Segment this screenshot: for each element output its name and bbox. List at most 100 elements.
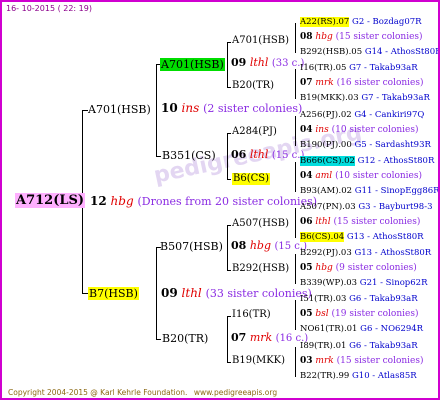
- gen4-queen-name[interactable]: A507(PN): [300, 202, 342, 212]
- gen3-queen[interactable]: B6(CS): [232, 173, 271, 185]
- gen4-queen-code: G12 - AthosSt80R: [357, 156, 435, 166]
- connector-line: [227, 225, 228, 270]
- mating-loc: hbg: [315, 263, 333, 273]
- mating-loc: ins: [181, 101, 200, 115]
- connector-line: [156, 64, 157, 156]
- gen4-drone-code: G13 - AthosSt80R: [346, 232, 424, 242]
- gen4-queen-line: I89(TR).01 G6 - Takab93aR: [300, 342, 418, 351]
- mating-num: 07: [300, 78, 313, 88]
- mating-num: 09: [231, 56, 247, 69]
- gen4-queen-code: G6 - Takab93aR: [349, 341, 418, 351]
- connector-line: [227, 225, 231, 226]
- gen4-drone-value: .04: [330, 232, 345, 242]
- gen4-queen-value: .03: [342, 202, 356, 212]
- gen3-queen[interactable]: A507(HSB): [232, 219, 289, 229]
- connector-line: [227, 362, 231, 363]
- gen1-top-queen[interactable]: A701(HSB): [88, 104, 151, 115]
- mating-num: 07: [231, 331, 247, 344]
- gen3-queen[interactable]: A701(HSB): [232, 36, 289, 46]
- gen4-queen-name[interactable]: I89(TR): [300, 341, 333, 351]
- gen1-bottom-queen[interactable]: B7(HSB): [88, 287, 139, 300]
- gen4-queen-name[interactable]: B666(CS): [300, 156, 342, 166]
- gen4-drone-code: G10 - Atlas85R: [352, 371, 417, 381]
- gen4-queen-value: .02: [341, 156, 355, 166]
- drone-location: hbg: [110, 194, 134, 208]
- gen4-queen-line: B292(PJ).03 G13 - AthosSt80R: [300, 249, 431, 258]
- gen1-top-mating: 10 ins (2 sister colonies): [161, 102, 302, 114]
- mating-loc: hbg: [249, 239, 271, 252]
- mating-num: 08: [300, 32, 313, 42]
- gen4-queen-line: A22(RS).07 G2 - Bozdag07R: [300, 17, 422, 27]
- gen2-queen-d[interactable]: B20(TR): [162, 333, 208, 344]
- connector-line: [227, 316, 228, 362]
- drone-desc: (Drones from 20 sister colonies): [137, 195, 318, 208]
- gen4-drone-line: B292(HSB).05 G14 - AthosSt80R: [300, 47, 440, 57]
- gen3-queen[interactable]: B20(TR): [232, 81, 274, 91]
- gen4-queen-name[interactable]: A256(PJ): [300, 110, 338, 120]
- mating-desc: (10 sister colonies): [335, 171, 422, 181]
- gen3-queen[interactable]: A284(PJ): [232, 127, 277, 137]
- gen4-queen-line: I51(TR).03 G6 - Takab93aR: [300, 295, 418, 304]
- gen4-mating-line: 05 hbg (9 sister colonies): [300, 264, 417, 273]
- gen4-drone-name[interactable]: B19(MKK): [300, 93, 345, 103]
- drone-count: 12: [90, 194, 107, 208]
- gen4-queen-line: A507(PN).03 G3 - Bayburt98-3: [300, 203, 432, 212]
- gen2-queen-b[interactable]: B351(CS): [162, 150, 216, 161]
- connector-line: [295, 116, 296, 146]
- connector-line: [227, 133, 228, 179]
- mating-desc: (15 sister colonies): [333, 217, 421, 227]
- mating-num: 05: [300, 309, 313, 319]
- site-link[interactable]: www.pedigreeapis.org: [194, 388, 277, 397]
- gen4-mating-line: 08 hbg (15 sister colonies): [300, 33, 423, 42]
- gen4-drone-code: G14 - AthosSt80R: [364, 47, 440, 57]
- gen2-mating-b: 06 lthl (15 c.): [231, 149, 304, 161]
- gen4-queen-code: G6 - Takab93aR: [349, 294, 418, 304]
- connector-line: [156, 156, 161, 157]
- gen4-queen-name[interactable]: I51(TR): [300, 294, 333, 304]
- gen4-drone-value: .99: [335, 371, 350, 381]
- mating-loc: lthl: [249, 56, 269, 69]
- pedigree-chart: pedigreeapis.org 16- 10-2015 ( 22: 19) A…: [0, 0, 440, 400]
- gen4-mating-line: 05 bsl (19 sister colonies): [300, 310, 418, 319]
- gen2-queen-c[interactable]: B507(HSB): [160, 241, 223, 252]
- gen4-queen-value: .03: [332, 294, 347, 304]
- gen4-drone-name[interactable]: B339(WP): [300, 278, 344, 288]
- connector-line: [295, 162, 296, 192]
- gen4-queen-code: G7 - Takab93aR: [349, 63, 418, 73]
- gen4-drone-name[interactable]: NO61(TR): [300, 324, 344, 334]
- gen2-mating-c: 08 hbg (15 c.): [231, 240, 307, 252]
- connector-line: [227, 133, 231, 134]
- connector-line: [227, 42, 228, 87]
- gen3-queen[interactable]: I16(TR): [232, 310, 271, 320]
- root-queen[interactable]: A712(LS): [15, 193, 86, 208]
- drone-line: 12 hbg (Drones from 20 sister colonies): [90, 195, 317, 207]
- connector-line: [295, 254, 296, 284]
- connector-line: [295, 23, 296, 53]
- mating-loc: mrk: [315, 356, 334, 366]
- gen3-queen[interactable]: B292(HSB): [232, 264, 289, 274]
- gen4-drone-value: .03: [343, 278, 358, 288]
- gen4-drone-name[interactable]: B292(HSB): [300, 47, 349, 57]
- connector-line: [295, 208, 296, 238]
- gen4-queen-code: G4 - Cankiri97Q: [354, 110, 425, 120]
- gen4-drone-name[interactable]: B190(PJ): [300, 140, 338, 150]
- gen4-drone-name[interactable]: B22(TR): [300, 371, 336, 381]
- mating-desc: (16 sister colonies): [336, 78, 424, 88]
- copyright-text: Copyright 2004-2015 @ Karl Kehrle Founda…: [8, 388, 188, 397]
- gen4-queen-name[interactable]: B292(PJ): [300, 248, 338, 258]
- connector-line: [156, 247, 157, 339]
- gen3-queen[interactable]: B19(MKK): [232, 356, 285, 366]
- gen4-queen-line: I16(TR).05 G7 - Takab93aR: [300, 64, 418, 73]
- mating-num: 06: [231, 148, 247, 161]
- gen4-queen-name[interactable]: I16(TR): [300, 63, 333, 73]
- gen4-drone-name[interactable]: B6(CS): [300, 232, 331, 242]
- gen4-queen-value: .03: [338, 248, 352, 258]
- gen4-drone-line: B93(AM).02 G11 - SinopEgg86R: [300, 186, 438, 196]
- gen4-drone-name[interactable]: B93(AM): [300, 186, 339, 196]
- gen4-drone-code: G5 - Sardasht93R: [354, 140, 431, 150]
- gen4-mating-line: 04 aml (10 sister colonies): [300, 172, 422, 181]
- gen4-drone-code: G6 - NO6294R: [360, 324, 424, 334]
- gen4-queen-name[interactable]: A22(RS): [300, 17, 336, 27]
- connector-line: [295, 300, 296, 330]
- gen2-queen-a[interactable]: A701(HSB): [160, 58, 225, 71]
